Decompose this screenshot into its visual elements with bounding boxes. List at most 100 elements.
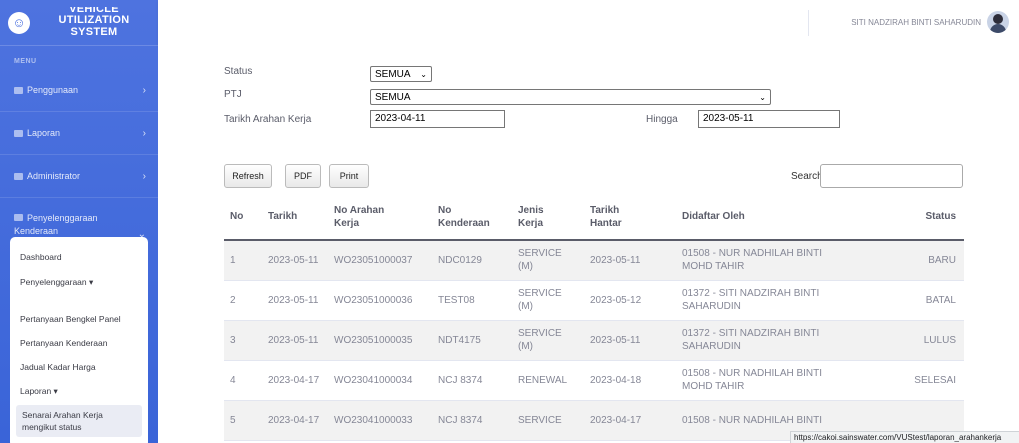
cell-tarikh-hantar: 2023-05-12 <box>584 280 676 321</box>
cell-no-kenderaan: NCJ 8374 <box>432 360 512 401</box>
cell-didaftar-oleh: 01372 - SITI NADZIRAH BINTI SAHARUDIN <box>676 320 876 361</box>
submenu-penyelenggaraan[interactable]: Penyelenggaraan ▾ <box>10 276 148 288</box>
cell-status: LULUS <box>876 320 964 361</box>
col-status[interactable]: Status <box>876 194 964 241</box>
submenu-active-line-2: mengikut status <box>22 422 82 432</box>
tarikh-from-input[interactable]: 2023-04-11 <box>370 110 505 128</box>
cell-line: (M) <box>518 301 533 312</box>
col-no-arahan-kerja[interactable]: No Arahan Kerja <box>328 194 432 241</box>
submenu-senarai-arahan-kerja[interactable]: Senarai Arahan Kerja mengikut status <box>16 405 142 437</box>
table-row: 2 2023-05-11 WO23051000036 TEST08 SERVICE (M)… <box>224 280 964 321</box>
cell-didaftar-oleh: 01508 - NUR NADHILAH BINTI MOHD TAHIR <box>676 360 876 401</box>
menu-heading: MENU <box>14 58 37 65</box>
col-tarikh-hantar[interactable]: Tarikh Hantar <box>584 194 676 241</box>
ptj-select[interactable]: SEMUA ⌄ <box>370 89 771 105</box>
topbar: SITI NADZIRAH BINTI SAHARUDIN <box>158 0 1019 46</box>
cell-line: 01372 - SITI NADZIRAH BINTI <box>682 288 820 299</box>
cell-line: RENEWAL <box>518 374 568 386</box>
sidebar-brand[interactable]: ☺ VEHICLE UTILIZATION SYSTEM <box>0 0 158 46</box>
cell-line: SERVICE <box>518 328 562 339</box>
cell-line: 01372 - SITI NADZIRAH BINTI <box>682 328 820 339</box>
cell-no-kenderaan: NCJ 8374 <box>432 400 512 441</box>
sidebar-item-label: Penggunaan <box>27 85 79 95</box>
cell-line: SAHARUDIN <box>682 341 741 352</box>
cell-jenis-kerja: SERVICE <box>512 400 584 441</box>
print-button[interactable]: Print <box>329 164 369 188</box>
submenu-dashboard[interactable]: Dashboard <box>10 251 148 263</box>
brand-title: VEHICLE UTILIZATION SYSTEM <box>38 7 150 38</box>
submenu-pertanyaan-kenderaan[interactable]: Pertanyaan Kenderaan <box>10 337 148 349</box>
brand-line-1: VEHICLE <box>69 7 119 14</box>
main-content: Status SEMUA ⌄ PTJ SEMUA ⌄ Tarikh Arahan K… <box>158 46 1019 443</box>
chevron-down-icon: ⌄ <box>759 92 766 102</box>
cell-status: BARU <box>876 240 964 281</box>
brand-line-2: UTILIZATION <box>58 14 130 26</box>
cell-line: SAHARUDIN <box>682 301 741 312</box>
cell-jenis-kerja: SERVICE (M) <box>512 320 584 361</box>
ptj-label: PTJ <box>224 89 242 100</box>
table-row: 4 2023-04-17 WO23041000034 NCJ 8374 RENEWAL 2… <box>224 360 964 401</box>
header-line: Kenderaan <box>438 217 490 229</box>
cell-tarikh-hantar: 2023-05-11 <box>584 320 676 361</box>
status-select[interactable]: SEMUA ⌄ <box>370 66 432 82</box>
cell-line: SERVICE <box>518 414 562 426</box>
cell-no: 4 <box>224 360 262 401</box>
folder-icon <box>14 172 23 180</box>
chevron-down-icon: ⌄ <box>420 69 427 79</box>
submenu-jadual-kadar-harga[interactable]: Jadual Kadar Harga <box>10 361 148 373</box>
header-line: No Arahan <box>334 204 385 216</box>
submenu-penyelenggaraan-kenderaan: Dashboard Penyelenggaraan ▾ Pertanyaan B… <box>10 237 148 443</box>
status-select-value: SEMUA <box>375 68 411 80</box>
cell-no-kenderaan: NDT4175 <box>432 320 512 361</box>
cell-line: MOHD TAHIR <box>682 381 745 392</box>
cell-line: 01508 - NUR NADHILAH BINTI <box>682 414 823 426</box>
sidebar-item-label: Penyelenggaraan <box>27 213 98 223</box>
cell-no-arahan: WO23051000036 <box>328 280 432 321</box>
folder-icon <box>14 214 23 221</box>
header-line: Hantar <box>590 217 622 229</box>
table-header-row: No Tarikh No Arahan Kerja No Kenderaan Jen… <box>224 194 964 241</box>
cell-no-arahan: WO23041000034 <box>328 360 432 401</box>
cell-tarikh-hantar: 2023-04-18 <box>584 360 676 401</box>
cell-no-arahan: WO23051000035 <box>328 320 432 361</box>
col-didaftar-oleh[interactable]: Didaftar Oleh <box>676 194 876 241</box>
cell-jenis-kerja: SERVICE (M) <box>512 280 584 321</box>
sidebar-item-laporan[interactable]: Laporan › <box>0 112 158 155</box>
col-jenis-kerja[interactable]: Jenis Kerja <box>512 194 584 241</box>
cell-no-arahan: WO23041000033 <box>328 400 432 441</box>
arahan-kerja-table: No Tarikh No Arahan Kerja No Kenderaan Jen… <box>224 194 964 441</box>
cell-no-arahan: WO23051000037 <box>328 240 432 281</box>
cell-no: 3 <box>224 320 262 361</box>
topbar-divider <box>808 10 809 36</box>
cell-line: (M) <box>518 261 533 273</box>
table-row: 3 2023-05-11 WO23051000035 NDT4175 SERVICE (M… <box>224 320 964 361</box>
chevron-right-icon: › <box>142 170 146 182</box>
col-no[interactable]: No <box>224 194 262 241</box>
chevron-right-icon: › <box>142 84 146 96</box>
sidebar-item-label: Laporan <box>27 128 61 138</box>
cell-tarikh-hantar: 2023-04-17 <box>584 400 676 441</box>
cell-status: BATAL <box>876 280 964 321</box>
pdf-button[interactable]: PDF <box>285 164 321 188</box>
sidebar-item-administrator[interactable]: Administrator › <box>0 155 158 198</box>
cell-tarikh: 2023-05-11 <box>262 280 328 321</box>
submenu-pertanyaan-bengkel-panel[interactable]: Pertanyaan Bengkel Panel <box>10 313 148 325</box>
cell-jenis-kerja: SERVICE (M) <box>512 240 584 281</box>
cell-line: 01508 - NUR NADHILAH BINTI <box>682 368 823 379</box>
tarikh-to-input[interactable]: 2023-05-11 <box>698 110 840 128</box>
col-tarikh[interactable]: Tarikh <box>262 194 328 241</box>
user-menu[interactable]: SITI NADZIRAH BINTI SAHARUDIN <box>851 11 1009 33</box>
cell-no-kenderaan: NDC0129 <box>432 240 512 281</box>
cell-tarikh: 2023-04-17 <box>262 400 328 441</box>
cell-tarikh: 2023-04-17 <box>262 360 328 401</box>
refresh-button[interactable]: Refresh <box>224 164 272 188</box>
submenu-laporan[interactable]: Laporan ▾ <box>10 385 148 397</box>
hingga-label: Hingga <box>646 114 678 125</box>
header-line: Tarikh <box>590 204 620 216</box>
browser-status-url: https://cakoi.sainswater.com/VUStest/lap… <box>790 431 1019 443</box>
col-no-kenderaan[interactable]: No Kenderaan <box>432 194 512 241</box>
cell-line: SERVICE <box>518 288 562 299</box>
cell-jenis-kerja: RENEWAL <box>512 360 584 401</box>
search-input[interactable] <box>820 164 963 188</box>
sidebar-item-penggunaan[interactable]: Penggunaan › <box>0 69 158 112</box>
